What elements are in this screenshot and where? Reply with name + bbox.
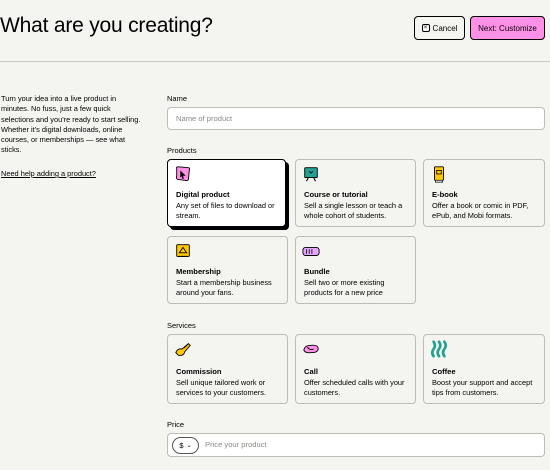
product-card-digital[interactable]: Digital product Any set of files to down… xyxy=(167,159,286,227)
coffee-steam-icon xyxy=(430,340,448,358)
phone-icon xyxy=(303,344,319,354)
card-title: E-book xyxy=(432,190,458,199)
price-label: Price xyxy=(167,420,185,429)
easel-icon xyxy=(304,167,318,182)
services-heading: Services xyxy=(167,321,196,330)
close-icon: × xyxy=(421,24,430,32)
cursor-icon xyxy=(175,166,191,182)
book-icon xyxy=(434,166,444,183)
product-card-bundle[interactable]: Bundle Sell two or more existing product… xyxy=(295,236,416,304)
card-title: Call xyxy=(304,367,318,376)
card-title: Membership xyxy=(176,267,221,276)
name-label: Name xyxy=(167,94,188,103)
card-title: Coffee xyxy=(432,367,456,376)
card-title: Commission xyxy=(176,367,222,376)
product-card-ebook[interactable]: E-book Offer a book or comic in PDF, ePu… xyxy=(423,159,545,227)
card-desc: Offer a book or comic in PDF, ePub, and … xyxy=(432,201,529,221)
card-desc: Sell two or more existing products for a… xyxy=(304,278,385,298)
service-card-commission[interactable]: Commission Sell unique tailored work or … xyxy=(167,334,288,404)
currency-symbol: $ xyxy=(179,441,184,450)
intro-text: Turn your idea into a live product in mi… xyxy=(1,94,141,155)
cancel-label: Cancel xyxy=(432,23,458,33)
price-input[interactable]: Price your product xyxy=(205,440,267,449)
bundle-icon xyxy=(302,246,320,256)
page-header: What are you creating? × Cancel Next: Cu… xyxy=(0,0,550,62)
page-title: What are you creating? xyxy=(0,14,213,37)
brush-hand-icon xyxy=(175,342,191,356)
product-card-course[interactable]: Course or tutorial Sell a single lesson … xyxy=(295,159,416,227)
service-card-call[interactable]: Call Offer scheduled calls with your cus… xyxy=(295,334,416,404)
card-desc: Boost your support and accept tips from … xyxy=(432,378,533,398)
card-desc: Sell a single lesson or teach a whole co… xyxy=(304,201,403,221)
name-input[interactable]: Name of product xyxy=(167,107,545,130)
service-card-coffee[interactable]: Coffee Boost your support and accept tip… xyxy=(423,334,545,404)
currency-select[interactable]: $ ⌄ xyxy=(172,437,199,454)
chevron-down-icon: ⌄ xyxy=(186,443,192,449)
card-desc: Offer scheduled calls with your customer… xyxy=(304,378,405,398)
card-desc: Sell unique tailored work or services to… xyxy=(176,378,266,398)
products-heading: Products xyxy=(167,146,197,155)
membership-card-icon xyxy=(176,244,190,257)
card-desc: Any set of files to download or stream. xyxy=(176,201,275,221)
next-customize-button[interactable]: Next: Customize xyxy=(470,16,545,40)
product-card-membership[interactable]: Membership Start a membership business a… xyxy=(167,236,288,304)
card-title: Course or tutorial xyxy=(304,190,368,199)
card-title: Bundle xyxy=(304,267,330,276)
card-title: Digital product xyxy=(176,190,230,199)
price-field: $ ⌄ Price your product xyxy=(167,433,545,457)
card-desc: Start a membership business around your … xyxy=(176,278,272,298)
cancel-button[interactable]: × Cancel xyxy=(414,16,465,40)
help-link[interactable]: Need help adding a product? xyxy=(1,169,96,178)
